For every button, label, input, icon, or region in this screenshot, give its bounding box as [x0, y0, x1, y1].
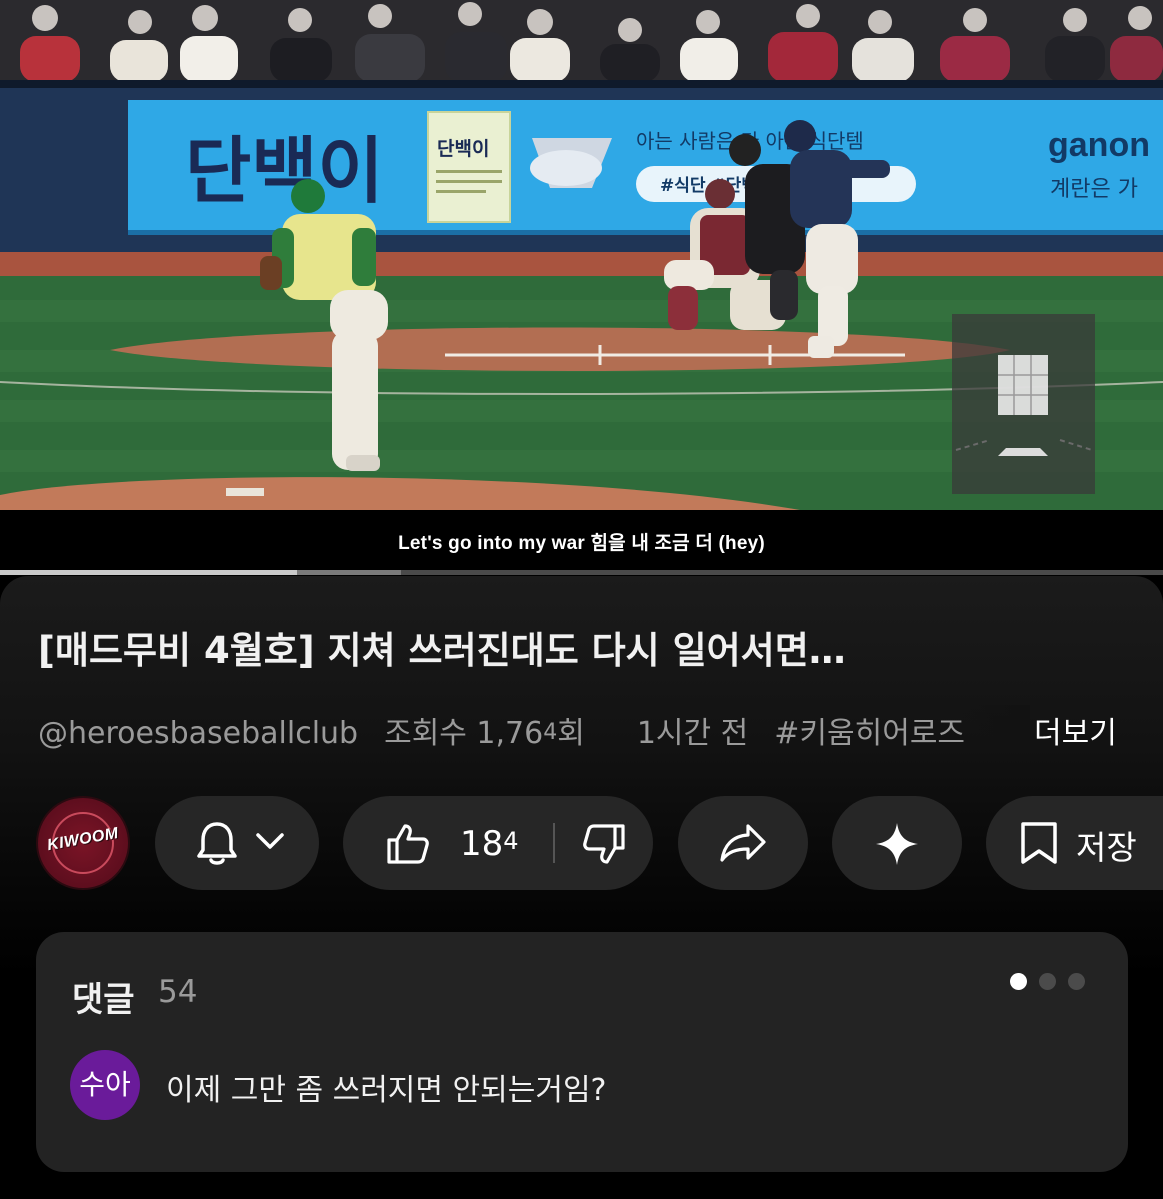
thumbs-up-icon[interactable] — [385, 820, 431, 866]
carousel-dot-3 — [1068, 973, 1085, 990]
banner-sponsor-text: ganon — [1048, 126, 1150, 164]
banner-brand-text: 단백이 — [185, 129, 384, 213]
comment-text: 이제 그만 좀 쓰러지면 안되는거임? — [166, 1073, 607, 1108]
comment-author-avatar: 수아 — [70, 1050, 140, 1120]
bell-icon — [197, 822, 237, 865]
view-count: 조회수 1,764회 — [384, 716, 585, 751]
channel-avatar[interactable]: KIWOOM — [36, 796, 130, 890]
banner-sponsor-sub-text: 계란은 가 — [1050, 177, 1138, 202]
thumbs-down-icon[interactable] — [581, 822, 627, 868]
more-button[interactable]: 더보기 — [1034, 708, 1117, 752]
comments-title: 댓글 — [72, 980, 135, 1020]
pitch-tracker-overlay — [952, 314, 1095, 494]
banner-package-label: 단백이 — [437, 138, 489, 160]
video-title[interactable]: [매드무비 4월호] 지쳐 쓰러진대도 다시 일어서면… — [38, 620, 1128, 674]
like-count: 184 — [460, 824, 519, 864]
save-label: 저장 — [1076, 828, 1137, 867]
subscription-bell-button[interactable] — [155, 796, 319, 890]
progress-played — [0, 570, 297, 575]
video-subtitle: Let's go into my war 힘을 내 조금 더 (hey) — [398, 533, 765, 554]
chevron-down-icon — [256, 833, 284, 849]
channel-handle[interactable]: @heroesbaseballclub — [38, 716, 358, 751]
meta-fade — [960, 705, 1030, 751]
carousel-dot-1 — [1010, 973, 1027, 990]
comments-count: 54 — [158, 974, 198, 1010]
comments-card[interactable] — [36, 932, 1128, 1172]
sparkle-icon — [876, 823, 918, 865]
bookmark-icon — [1021, 822, 1057, 864]
video-progress-bar[interactable] — [0, 570, 1163, 575]
ask-ai-button[interactable] — [832, 796, 962, 890]
hashtag-link[interactable]: #키움히어로즈 — [774, 716, 965, 751]
carousel-dot-2 — [1039, 973, 1056, 990]
video-frame: 단백이 단백이 아는 사람은 다 아는 식단템 #식단 #단백한2알 ganon… — [0, 0, 1163, 510]
like-divider — [553, 823, 555, 863]
share-button[interactable] — [678, 796, 808, 890]
share-icon — [720, 824, 766, 862]
upload-time: 1시간 전 — [636, 716, 749, 751]
caption-bar: Let's go into my war 힘을 내 조금 더 (hey) — [0, 510, 1163, 572]
video-meta[interactable]: @heroesbaseballclub 조회수 1,764회 1시간 전 #키움히어로… — [38, 708, 1028, 752]
video-player[interactable]: 단백이 단백이 아는 사람은 다 아는 식단템 #식단 #단백한2알 ganon… — [0, 0, 1163, 510]
